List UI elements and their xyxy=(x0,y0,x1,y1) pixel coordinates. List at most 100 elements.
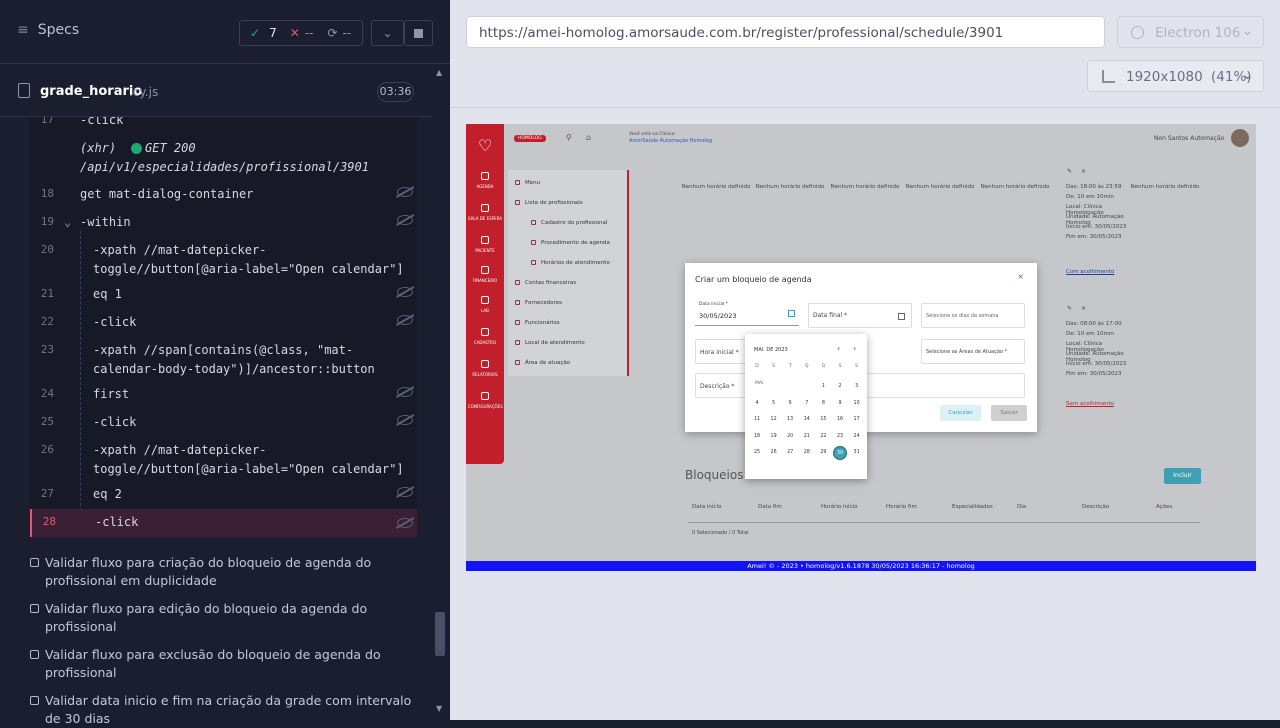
url-bar[interactable]: https://amei-homolog.amorsaude.com.br/re… xyxy=(466,16,1105,48)
menu-item[interactable]: Lista de profissionais xyxy=(525,200,583,206)
calendar-day[interactable]: 2 xyxy=(833,380,847,394)
menu-item[interactable]: Contas financeiras xyxy=(525,280,576,286)
scrollbar-thumb[interactable] xyxy=(435,612,445,656)
table-column-header[interactable]: Data início xyxy=(692,504,737,510)
table-column-header[interactable]: Descrição xyxy=(1082,504,1127,510)
calendar-day[interactable]: 21 xyxy=(800,430,814,444)
table-column-header[interactable]: Especialidades xyxy=(952,504,997,510)
dropdown-button[interactable]: ⌄ xyxy=(371,20,404,46)
home-icon[interactable]: ⌂ xyxy=(586,133,591,142)
close-icon[interactable]: × xyxy=(1017,272,1024,281)
table-column-header[interactable]: Horário início xyxy=(821,504,866,510)
table-column-header[interactable]: Dia xyxy=(1017,504,1062,510)
menu-icon xyxy=(515,320,520,325)
test-item[interactable]: Validar fluxo para exclusão do bloqueio … xyxy=(30,646,420,682)
calendar-day[interactable]: 20 xyxy=(783,430,797,444)
calendar-day[interactable]: 28 xyxy=(800,446,814,460)
calendar-day[interactable]: 9 xyxy=(833,397,847,411)
calendar-day[interactable]: 10 xyxy=(850,397,864,411)
avatar[interactable] xyxy=(1231,129,1249,147)
date-start-field[interactable]: Data inicial * 30/05/2023 xyxy=(695,298,799,326)
sidebar-nav-item[interactable]: PACIENTE xyxy=(468,248,502,253)
calendar-day[interactable]: 12 xyxy=(767,413,781,427)
menu-item[interactable]: Menu xyxy=(525,180,540,186)
menu-item[interactable]: Procedimento de agenda xyxy=(541,240,610,246)
menu-item[interactable]: Local de atendimento xyxy=(525,340,585,346)
calendar-day[interactable]: 1 xyxy=(816,380,830,394)
menu-item[interactable]: Área de atuação xyxy=(525,360,570,366)
edit-icon[interactable]: ✎ xyxy=(1067,168,1072,175)
calendar-day[interactable]: 26 xyxy=(767,446,781,460)
chevron-left-icon[interactable]: ‹ xyxy=(837,344,840,353)
calendar-day[interactable]: 27 xyxy=(783,446,797,460)
stop-button[interactable] xyxy=(404,20,433,46)
weekdays-select[interactable]: Selecione os dias da semana xyxy=(921,303,1025,328)
sidebar-nav-item[interactable]: AGENDA xyxy=(468,184,502,189)
calendar-day[interactable]: 23 xyxy=(833,430,847,444)
calendar-day[interactable]: 4 xyxy=(750,397,764,411)
calendar-day[interactable]: 29 xyxy=(816,446,830,460)
empty-schedule-cell: Nenhum horário definido xyxy=(681,184,751,190)
menu-item[interactable]: Cadastro do profissional xyxy=(541,220,607,226)
calendar-day[interactable]: 11 xyxy=(750,413,764,427)
month-year-button[interactable]: MAI. DE 2023 xyxy=(754,347,788,353)
menu-item[interactable]: Funcionários xyxy=(525,320,560,326)
cancel-button[interactable]: Cancelar xyxy=(940,405,981,421)
calendar-day[interactable]: 16 xyxy=(833,413,847,427)
sidebar-nav-item[interactable]: LAB xyxy=(468,308,502,313)
sidebar-nav-item[interactable]: CADASTRO xyxy=(468,340,502,345)
table-column-header[interactable]: Ações xyxy=(1156,504,1201,510)
viewport-info[interactable]: 1920x1080 (41%) ⌄ xyxy=(1087,60,1264,92)
chevron-right-icon[interactable]: › xyxy=(853,344,856,353)
test-item[interactable]: Validar fluxo para criação do bloqueio d… xyxy=(30,554,420,590)
reception-link[interactable]: Com acolhimento xyxy=(1066,269,1114,275)
calendar-day[interactable]: 25 xyxy=(750,446,764,460)
active-command-row[interactable]: 28 -click xyxy=(30,509,417,537)
calendar-day[interactable]: 17 xyxy=(850,413,864,427)
calendar-day[interactable]: 15 xyxy=(816,413,830,427)
save-button[interactable]: Salvar xyxy=(991,405,1027,421)
calendar-day[interactable]: 13 xyxy=(783,413,797,427)
close-icon[interactable]: × xyxy=(1081,305,1086,312)
runner-scrollbar[interactable]: ▲ ▼ xyxy=(432,64,449,720)
calendar-icon[interactable] xyxy=(788,310,795,317)
calendar-day[interactable]: 19 xyxy=(767,430,781,444)
sidebar-nav-item[interactable]: SALA DE ESPERA xyxy=(468,216,502,221)
calendar-day[interactable]: 24 xyxy=(850,430,864,444)
calendar-day[interactable]: 5 xyxy=(767,397,781,411)
calendar-day[interactable]: 14 xyxy=(800,413,814,427)
calendar-icon[interactable] xyxy=(898,313,905,320)
calendar-day[interactable]: 7 xyxy=(800,397,814,411)
user-name[interactable]: Non Santos Automação xyxy=(1154,135,1224,142)
calendar-day-today[interactable]: 30 xyxy=(833,446,847,460)
calendar-day[interactable]: 31 xyxy=(850,446,864,460)
browser-selector[interactable]: Electron 106 ⌄ xyxy=(1117,16,1264,48)
sidebar-nav-item[interactable]: RELATÓRIOS xyxy=(468,372,502,377)
clinic-label: Você está na Clínica: xyxy=(629,132,676,137)
edit-icon[interactable]: ✎ xyxy=(1067,305,1072,312)
calendar-day[interactable]: 8 xyxy=(816,397,830,411)
empty-schedule-cell: Nenhum horário definido xyxy=(1130,184,1200,190)
calendar-day[interactable]: 18 xyxy=(750,430,764,444)
areas-select[interactable]: Selecione as Áreas de Atuação * xyxy=(921,339,1025,364)
calendar-day[interactable]: 3 xyxy=(850,380,864,394)
list-icon: ≡ xyxy=(17,22,29,38)
close-icon[interactable]: × xyxy=(1081,168,1086,175)
menu-item[interactable]: Horários de atendimento xyxy=(541,260,610,266)
menu-item[interactable]: Fornecedores xyxy=(525,300,562,306)
clinic-name[interactable]: AmorSaúde Automação Homolog xyxy=(629,138,712,144)
sidebar-nav-item[interactable]: FINANCEIRO xyxy=(468,278,502,283)
reception-link[interactable]: Sem acolhimento xyxy=(1066,401,1114,407)
table-column-header[interactable]: Data fim xyxy=(758,504,803,510)
menu-icon xyxy=(531,260,536,265)
sidebar-nav-item[interactable]: CONFIGURAÇÕES xyxy=(468,404,503,409)
add-block-button[interactable]: Incluir xyxy=(1164,468,1201,484)
test-item[interactable]: Validar data inicio e fim na criação da … xyxy=(30,692,420,728)
test-item[interactable]: Validar fluxo para edição do bloqueio da… xyxy=(30,600,420,636)
calendar-day[interactable]: 22 xyxy=(816,430,830,444)
search-icon[interactable]: ⚲ xyxy=(566,133,572,142)
date-end-field[interactable]: Data final * xyxy=(808,303,912,328)
table-column-header[interactable]: Horário fim xyxy=(886,504,931,510)
specs-toggle[interactable]: ≡ Specs xyxy=(17,22,79,38)
calendar-day[interactable]: 6 xyxy=(783,397,797,411)
